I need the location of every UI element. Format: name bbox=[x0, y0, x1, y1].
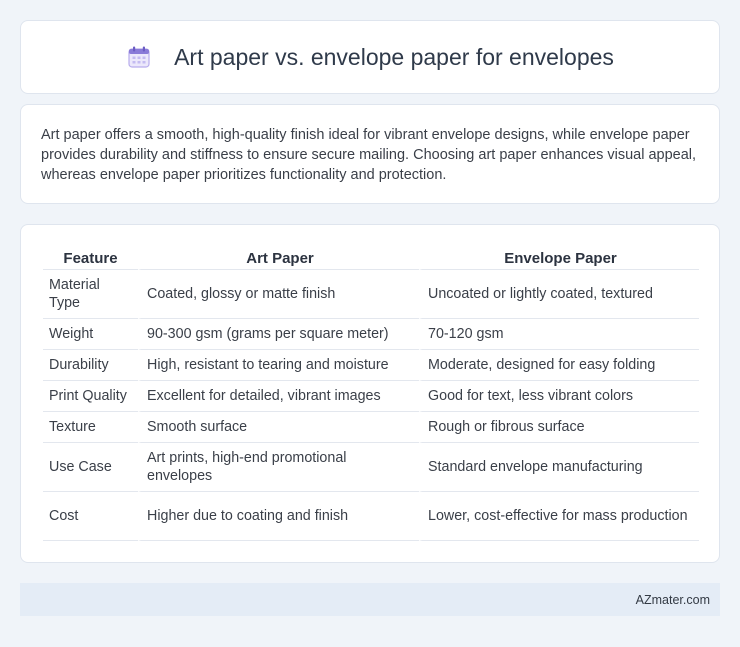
feature-cell: Use Case bbox=[43, 443, 138, 492]
envelope-paper-cell: Standard envelope manufacturing bbox=[419, 443, 699, 492]
table-row: Use Case Art prints, high-end promotiona… bbox=[43, 443, 699, 492]
envelope-paper-cell: Good for text, less vibrant colors bbox=[419, 381, 699, 412]
art-paper-cell: Smooth surface bbox=[138, 412, 419, 443]
summary-paragraph: Art paper offers a smooth, high-quality … bbox=[41, 127, 697, 183]
art-paper-cell: Art prints, high-end promotional envelop… bbox=[138, 443, 419, 492]
art-paper-cell: Higher due to coating and finish bbox=[138, 492, 419, 541]
art-paper-cell: 90-300 gsm (grams per square meter) bbox=[138, 319, 419, 350]
art-paper-cell: High, resistant to tearing and moisture bbox=[138, 350, 419, 381]
envelope-paper-cell: Rough or fibrous surface bbox=[419, 412, 699, 443]
art-paper-cell: Excellent for detailed, vibrant images bbox=[138, 381, 419, 412]
summary-card: Art paper offers a smooth, high-quality … bbox=[20, 104, 720, 204]
table-row: Weight 90-300 gsm (grams per square mete… bbox=[43, 319, 699, 350]
feature-cell: Durability bbox=[43, 350, 138, 381]
header-envelope-paper: Envelope Paper bbox=[419, 243, 699, 270]
table-header-row: Feature Art Paper Envelope Paper bbox=[43, 243, 699, 270]
footer: AZmater.com bbox=[20, 583, 720, 616]
comparison-table: Feature Art Paper Envelope Paper Materia… bbox=[43, 243, 699, 541]
envelope-paper-cell: Uncoated or lightly coated, textured bbox=[419, 270, 699, 319]
feature-cell: Texture bbox=[43, 412, 138, 443]
envelope-paper-cell: Lower, cost-effective for mass productio… bbox=[419, 492, 699, 541]
feature-cell: Print Quality bbox=[43, 381, 138, 412]
table-row: Durability High, resistant to tearing an… bbox=[43, 350, 699, 381]
page-title: Art paper vs. envelope paper for envelop… bbox=[174, 43, 614, 70]
envelope-paper-cell: 70-120 gsm bbox=[419, 319, 699, 350]
feature-cell: Material Type bbox=[43, 270, 138, 319]
header-feature: Feature bbox=[43, 243, 138, 270]
table-row: Print Quality Excellent for detailed, vi… bbox=[43, 381, 699, 412]
comparison-table-card: Feature Art Paper Envelope Paper Materia… bbox=[20, 224, 720, 563]
header-art-paper: Art Paper bbox=[138, 243, 419, 270]
table-row: Cost Higher due to coating and finish Lo… bbox=[43, 492, 699, 541]
title-card: Art paper vs. envelope paper for envelop… bbox=[20, 20, 720, 94]
feature-cell: Weight bbox=[43, 319, 138, 350]
table-row: Texture Smooth surface Rough or fibrous … bbox=[43, 412, 699, 443]
envelope-paper-cell: Moderate, designed for easy folding bbox=[419, 350, 699, 381]
calendar-icon bbox=[126, 44, 152, 70]
feature-cell: Cost bbox=[43, 492, 138, 541]
art-paper-cell: Coated, glossy or matte finish bbox=[138, 270, 419, 319]
footer-site-name: AZmater.com bbox=[635, 592, 710, 607]
table-row: Material Type Coated, glossy or matte fi… bbox=[43, 270, 699, 319]
